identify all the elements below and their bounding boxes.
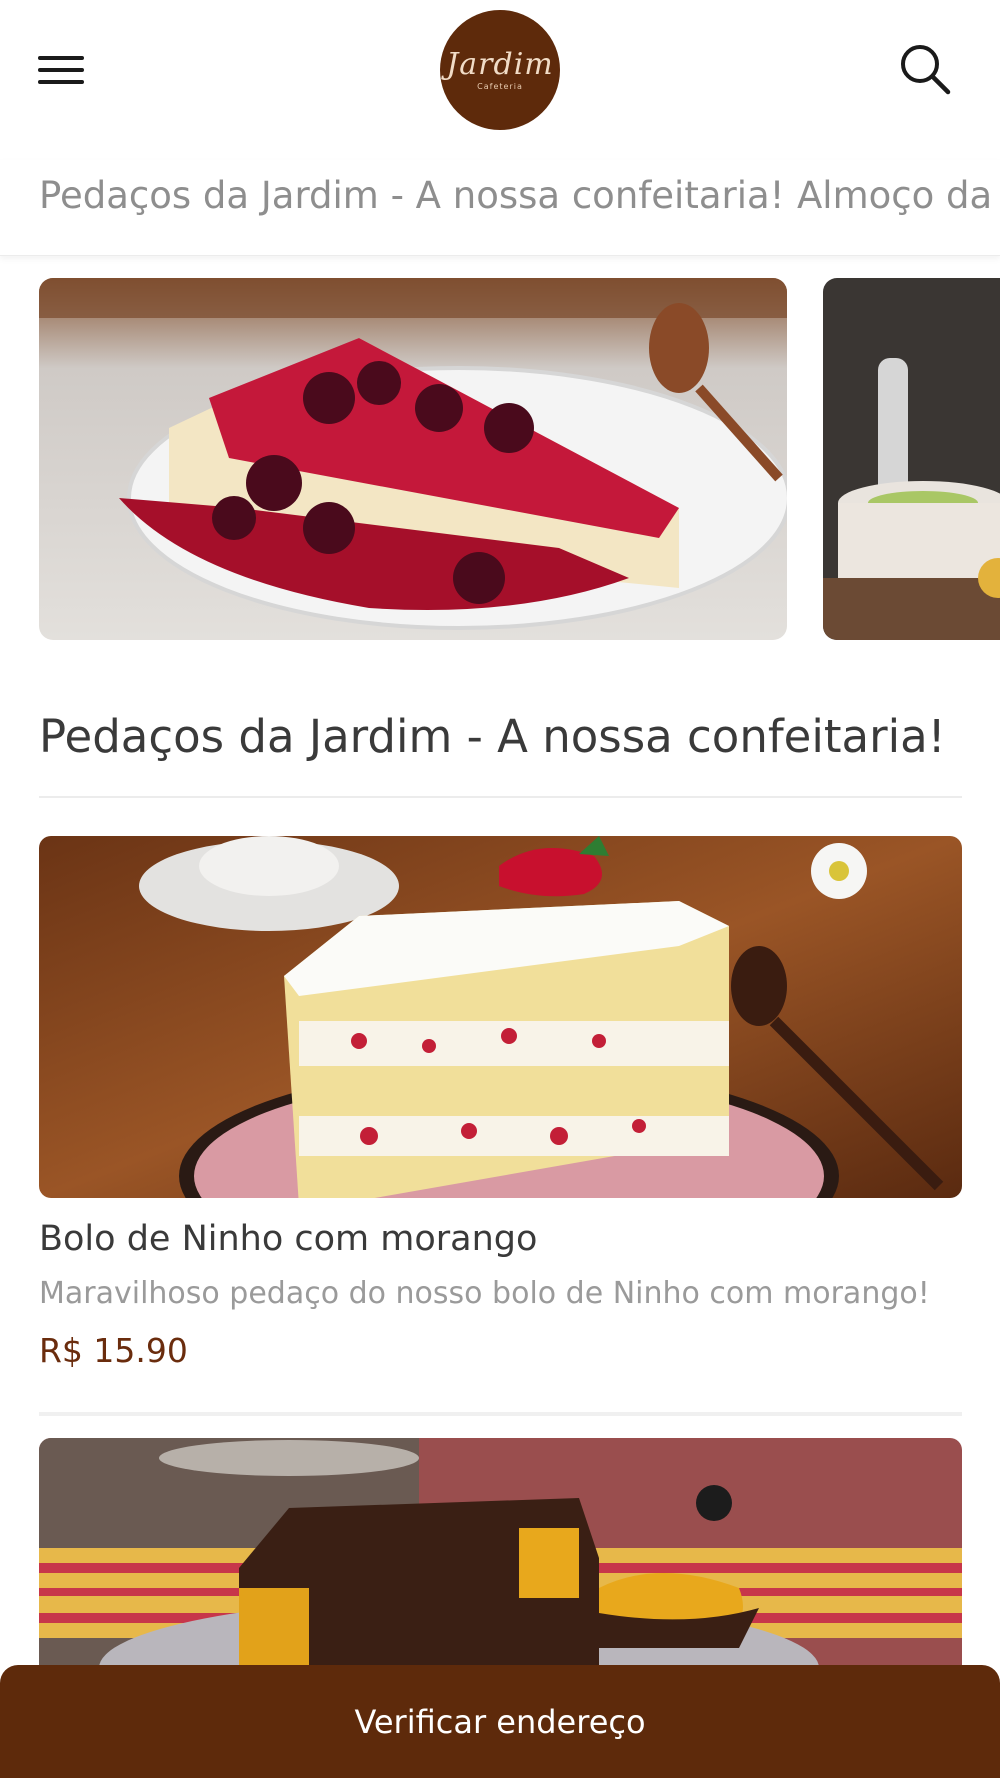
brand-logo[interactable]: Jardim Cafeteria [440, 10, 560, 130]
app-header: Jardim Cafeteria [0, 0, 1000, 140]
search-icon[interactable] [896, 40, 956, 100]
check-address-label: Verificar endereço [354, 1702, 646, 1741]
hamburger-menu-icon[interactable] [38, 42, 96, 98]
banner-carousel[interactable] [0, 278, 1000, 640]
logo-subtext: Cafeteria [477, 81, 523, 91]
section-title: Pedaços da Jardim - A nossa confeitaria! [39, 710, 946, 763]
product-card[interactable] [39, 1438, 962, 1778]
banner-dish[interactable] [823, 278, 1000, 640]
product-description: Maravilhoso pedaço do nosso bolo de Ninh… [39, 1276, 930, 1311]
product-name: Bolo de Ninho com morango [39, 1219, 538, 1259]
check-address-button[interactable]: Verificar endereço [0, 1665, 1000, 1778]
product-image[interactable] [39, 836, 962, 1198]
product-divider [39, 1412, 962, 1416]
section-divider [39, 796, 962, 798]
product-price: R$ 15.90 [39, 1331, 188, 1370]
product-card[interactable]: Bolo de Ninho com morango Maravilhoso pe… [39, 836, 962, 1376]
category-tab-almoco[interactable]: Almoço da [797, 174, 992, 217]
category-nav[interactable]: Pedaços da Jardim - A nossa confeitaria!… [0, 160, 1000, 256]
category-tab-confeitaria[interactable]: Pedaços da Jardim - A nossa confeitaria! [39, 174, 785, 217]
banner-cheesecake[interactable] [39, 278, 787, 640]
logo-text: Jardim [446, 46, 554, 82]
